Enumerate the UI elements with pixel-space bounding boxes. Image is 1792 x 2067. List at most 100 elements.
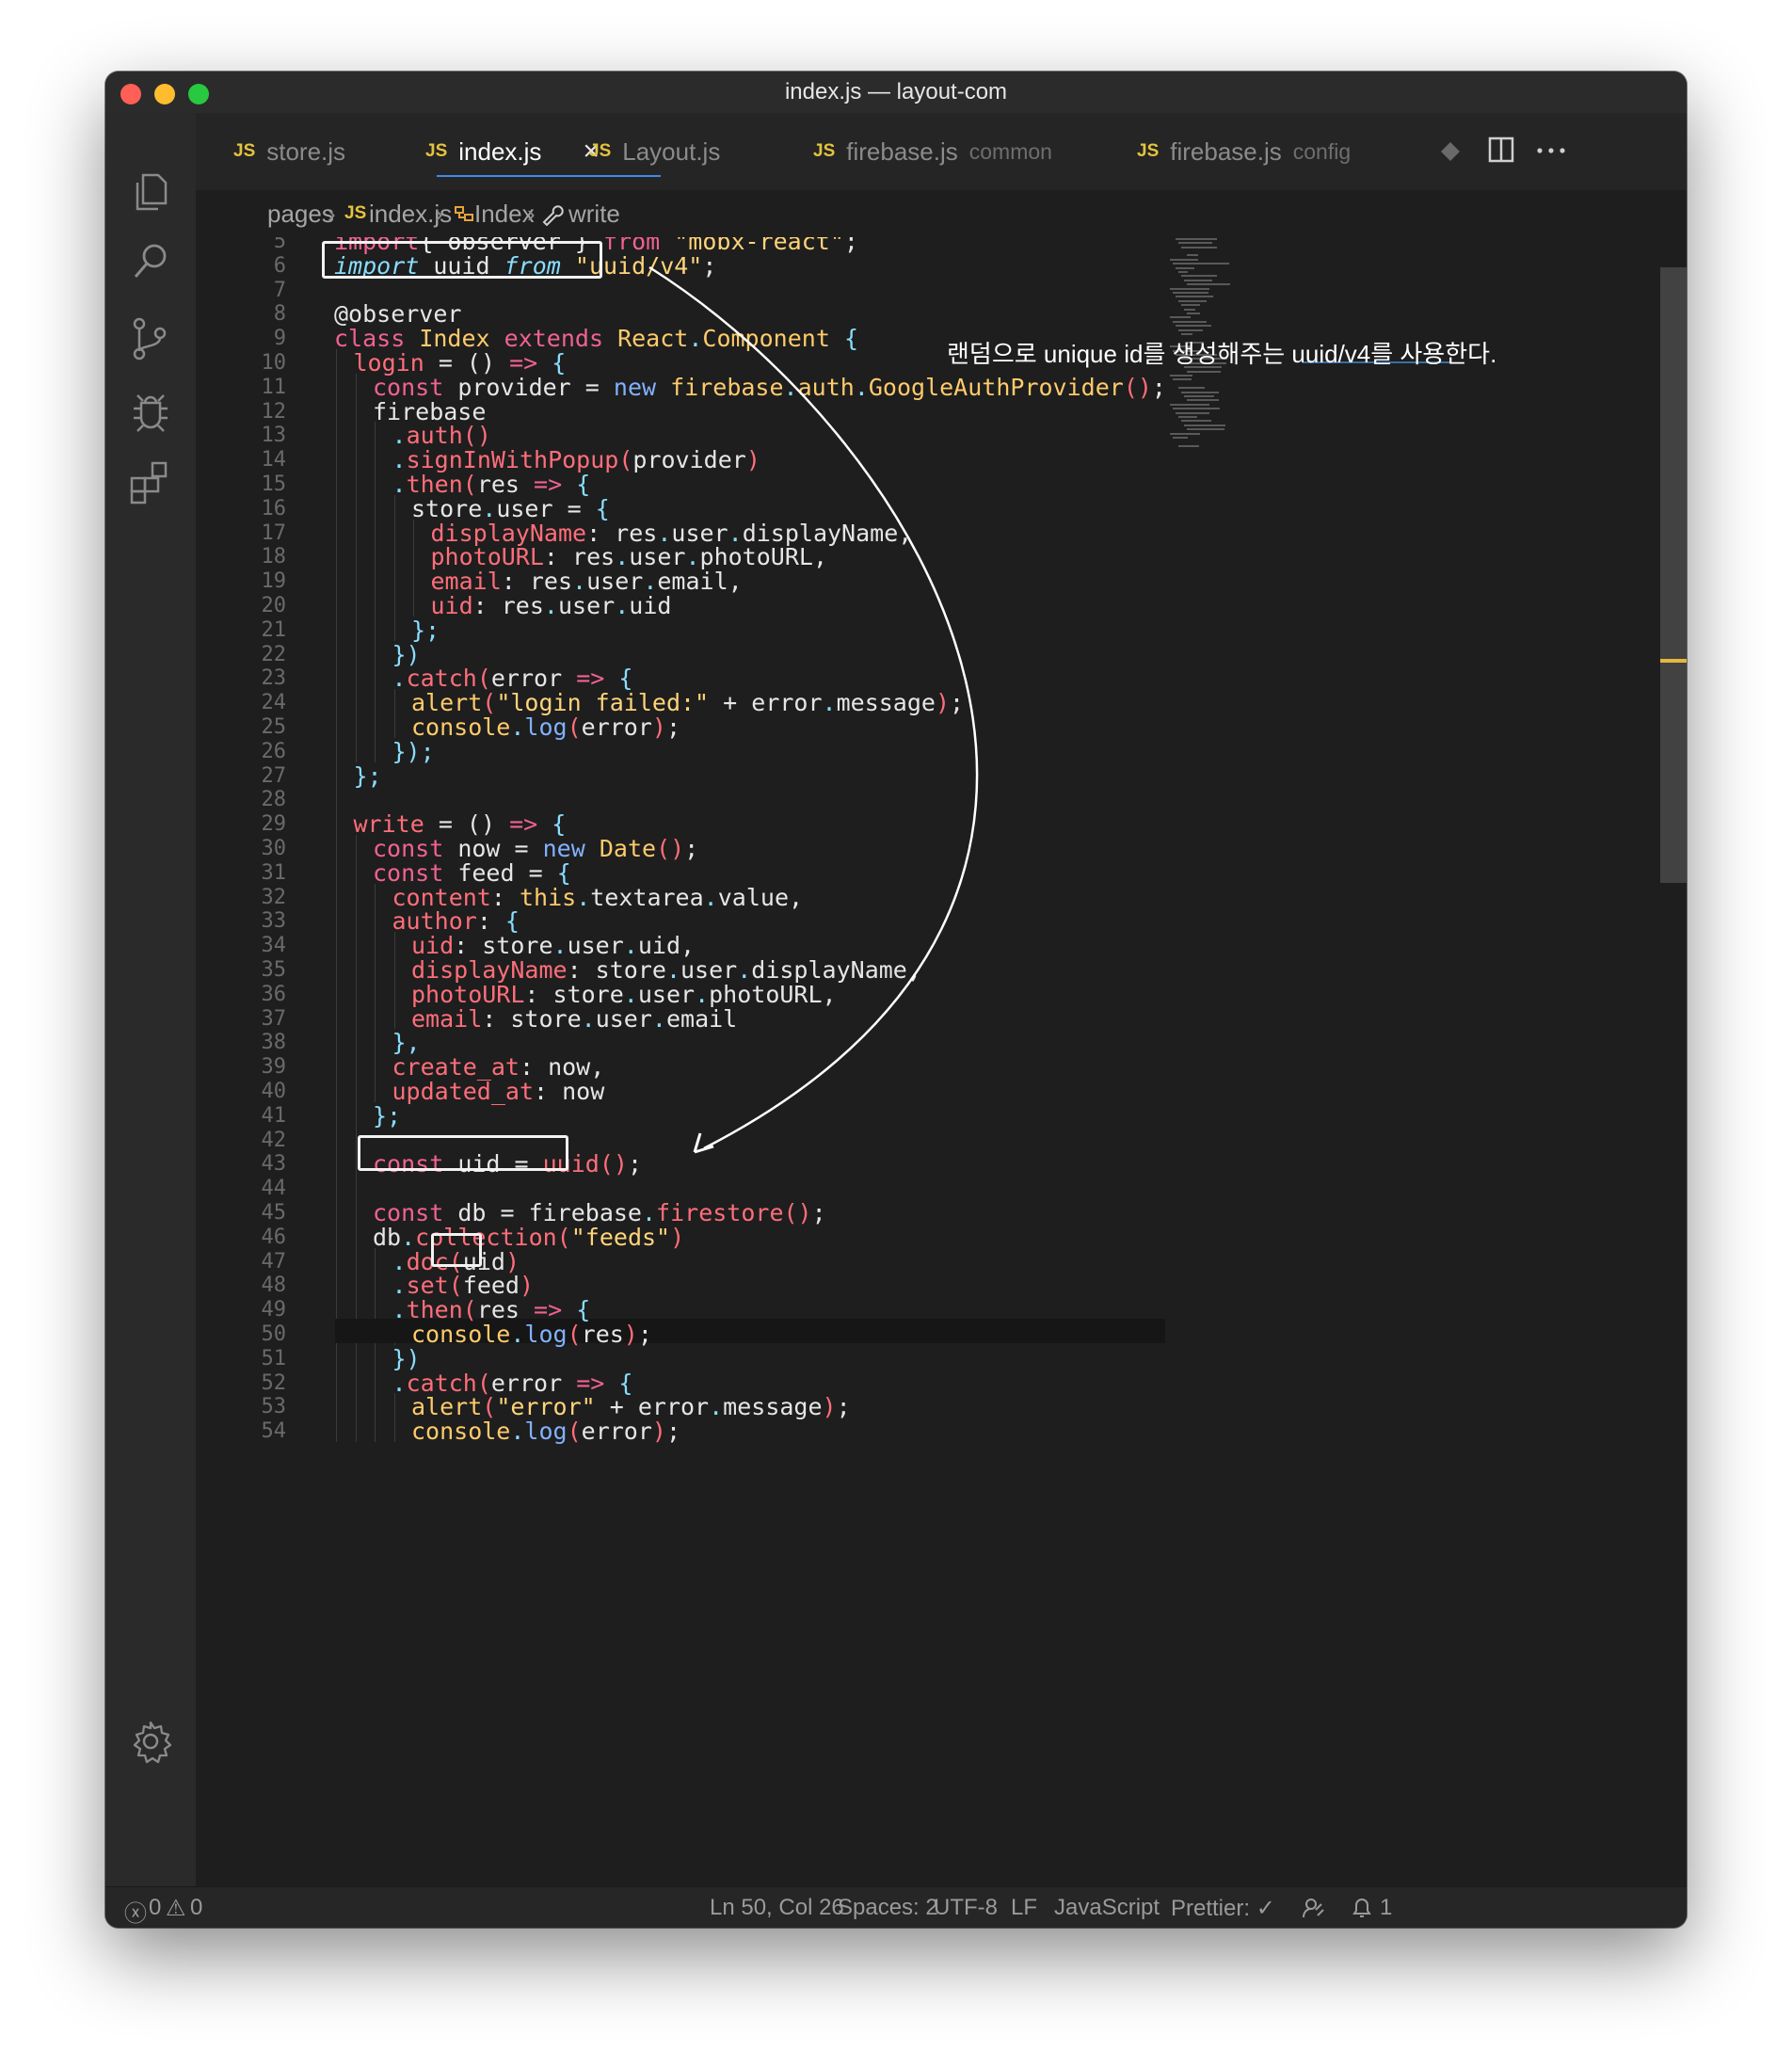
open-changes-icon[interactable]: [1438, 139, 1463, 164]
end-of-line[interactable]: LF: [1011, 1895, 1037, 1921]
breadcrumb-method[interactable]: write: [568, 200, 620, 229]
more-actions-icon[interactable]: [1532, 137, 1570, 164]
code-line[interactable]: console.log(res);: [411, 1321, 652, 1348]
code-line[interactable]: db.collection("feeds"): [373, 1224, 684, 1251]
code-line[interactable]: const provider = new firebase.auth.Googl…: [373, 374, 1166, 401]
code-line[interactable]: .signInWithPopup(provider): [392, 446, 760, 473]
code-token: });: [392, 737, 435, 765]
code-token: + error: [595, 1393, 710, 1421]
minimap-line: [1187, 370, 1221, 373]
code-line[interactable]: login = () => {: [354, 349, 567, 377]
code-token: class: [334, 325, 406, 353]
tab-index-js[interactable]: JS index.js ×: [425, 113, 600, 190]
error-count[interactable]: 0: [149, 1895, 161, 1921]
code-token: .: [615, 543, 630, 571]
code-line[interactable]: displayName: res.user.displayName,: [431, 520, 913, 547]
explorer-icon[interactable]: [126, 168, 175, 216]
code-token: ;: [665, 1418, 681, 1446]
error-icon[interactable]: ⓧ: [124, 1895, 147, 1928]
code-token: .: [703, 883, 718, 911]
tab-firebase-common[interactable]: JS firebase.js common: [813, 113, 1052, 190]
code-line[interactable]: author: {: [392, 907, 520, 935]
code-line[interactable]: uid: store.user.uid,: [411, 932, 695, 959]
source-control-icon[interactable]: [126, 314, 175, 363]
tab-firebase-config[interactable]: JS firebase.js config: [1137, 113, 1351, 190]
code-line[interactable]: photoURL: store.user.photoURL,: [411, 981, 837, 1008]
code-line[interactable]: write = () => {: [354, 810, 567, 838]
prettier-status[interactable]: Prettier: ✓: [1171, 1895, 1275, 1922]
code-token: .: [657, 519, 672, 547]
indent-guide: [355, 835, 357, 1442]
code-token: {: [537, 349, 567, 377]
code-token: const: [373, 835, 444, 862]
code-token: =>: [509, 810, 538, 839]
code-line[interactable]: content: this.textarea.value,: [392, 884, 804, 911]
encoding[interactable]: UTF-8: [934, 1895, 998, 1921]
feedback-icon[interactable]: [1301, 1897, 1325, 1921]
line-number: 7: [273, 278, 286, 302]
code-line[interactable]: const feed = {: [373, 859, 571, 887]
code-line[interactable]: uid: res.user.uid: [431, 592, 672, 619]
code-line[interactable]: email: store.user.email: [411, 1005, 737, 1033]
minimap-line: [1176, 266, 1194, 269]
tab-label: index.js: [458, 136, 542, 166]
code-line[interactable]: console.log(error);: [411, 1418, 680, 1445]
line-number: 20: [261, 594, 287, 617]
code-line[interactable]: const db = firebase.firestore();: [373, 1199, 826, 1226]
split-editor-icon[interactable]: [1487, 136, 1515, 164]
code-line[interactable]: @observer: [334, 300, 461, 328]
code-line[interactable]: },: [392, 1029, 421, 1056]
code-token: updated_at: [392, 1078, 535, 1105]
code-line[interactable]: console.log(error);: [411, 713, 680, 741]
notification-count[interactable]: 1: [1380, 1895, 1392, 1921]
bell-icon[interactable]: [1350, 1895, 1374, 1921]
code-line[interactable]: }): [392, 1345, 421, 1372]
tab-store-js[interactable]: JS store.js: [233, 113, 345, 190]
extensions-icon[interactable]: [126, 457, 175, 506]
code-line[interactable]: }): [392, 641, 421, 668]
code-line[interactable]: updated_at: now: [392, 1078, 605, 1105]
code-line[interactable]: create_at: now,: [392, 1053, 605, 1081]
code-editor[interactable]: 5 6 7 8 9 10 11 12 13 14 15 16 17 18 19 20 21 22 23 24 25 26 2…: [196, 237, 1687, 1886]
code-line[interactable]: email: res.user.email,: [431, 568, 743, 595]
code-line[interactable]: .auth(): [392, 422, 491, 449]
code-line[interactable]: const now = new Date();: [373, 835, 698, 862]
code-line[interactable]: });: [392, 738, 435, 765]
code-token: user: [637, 980, 696, 1008]
code-token: user =: [496, 494, 596, 522]
tab-layout-js[interactable]: JS Layout.js: [589, 113, 720, 190]
code-line[interactable]: store.user = {: [411, 495, 610, 522]
warning-count[interactable]: 0: [190, 1895, 202, 1921]
indentation[interactable]: Spaces: 2: [838, 1895, 938, 1921]
code-line[interactable]: };: [411, 617, 440, 644]
code-line[interactable]: photoURL: res.user.photoURL,: [431, 543, 828, 570]
code-line[interactable]: alert("error" + error.message);: [411, 1393, 851, 1420]
code-line[interactable]: class Index extends React.Component {: [334, 325, 858, 352]
code-line[interactable]: .catch(error => {: [392, 1370, 633, 1397]
code-line[interactable]: .set(feed): [392, 1272, 535, 1299]
breadcrumb-class[interactable]: Index: [474, 200, 535, 229]
warning-icon[interactable]: ⚠: [166, 1895, 186, 1922]
code-line[interactable]: .then(res => {: [392, 1296, 591, 1323]
code-line[interactable]: };: [354, 762, 382, 790]
code-line[interactable]: .then(res => {: [392, 471, 591, 498]
language-mode[interactable]: JavaScript: [1054, 1895, 1160, 1921]
code-token: "login failed:": [496, 689, 710, 717]
code-line[interactable]: .catch(error => {: [392, 665, 633, 692]
cursor-position[interactable]: Ln 50, Col 26: [710, 1895, 844, 1921]
code-token: ): [623, 1321, 638, 1348]
code-line[interactable]: firebase: [373, 398, 486, 425]
code-token: alert: [411, 1393, 483, 1421]
code-token: user: [595, 1004, 652, 1033]
code-line[interactable]: };: [373, 1102, 401, 1130]
debug-icon[interactable]: [126, 386, 175, 435]
code-line[interactable]: displayName: store.user.displayName,: [411, 956, 921, 984]
search-icon[interactable]: [126, 237, 175, 286]
vertical-scrollbar[interactable]: [1660, 267, 1687, 883]
code-token: .: [737, 956, 752, 984]
code-token: .: [552, 932, 568, 960]
breadcrumb-folder[interactable]: pages: [267, 200, 334, 229]
code-line[interactable]: alert("login failed:" + error.message);: [411, 689, 964, 716]
settings-gear-icon[interactable]: [126, 1717, 175, 1766]
